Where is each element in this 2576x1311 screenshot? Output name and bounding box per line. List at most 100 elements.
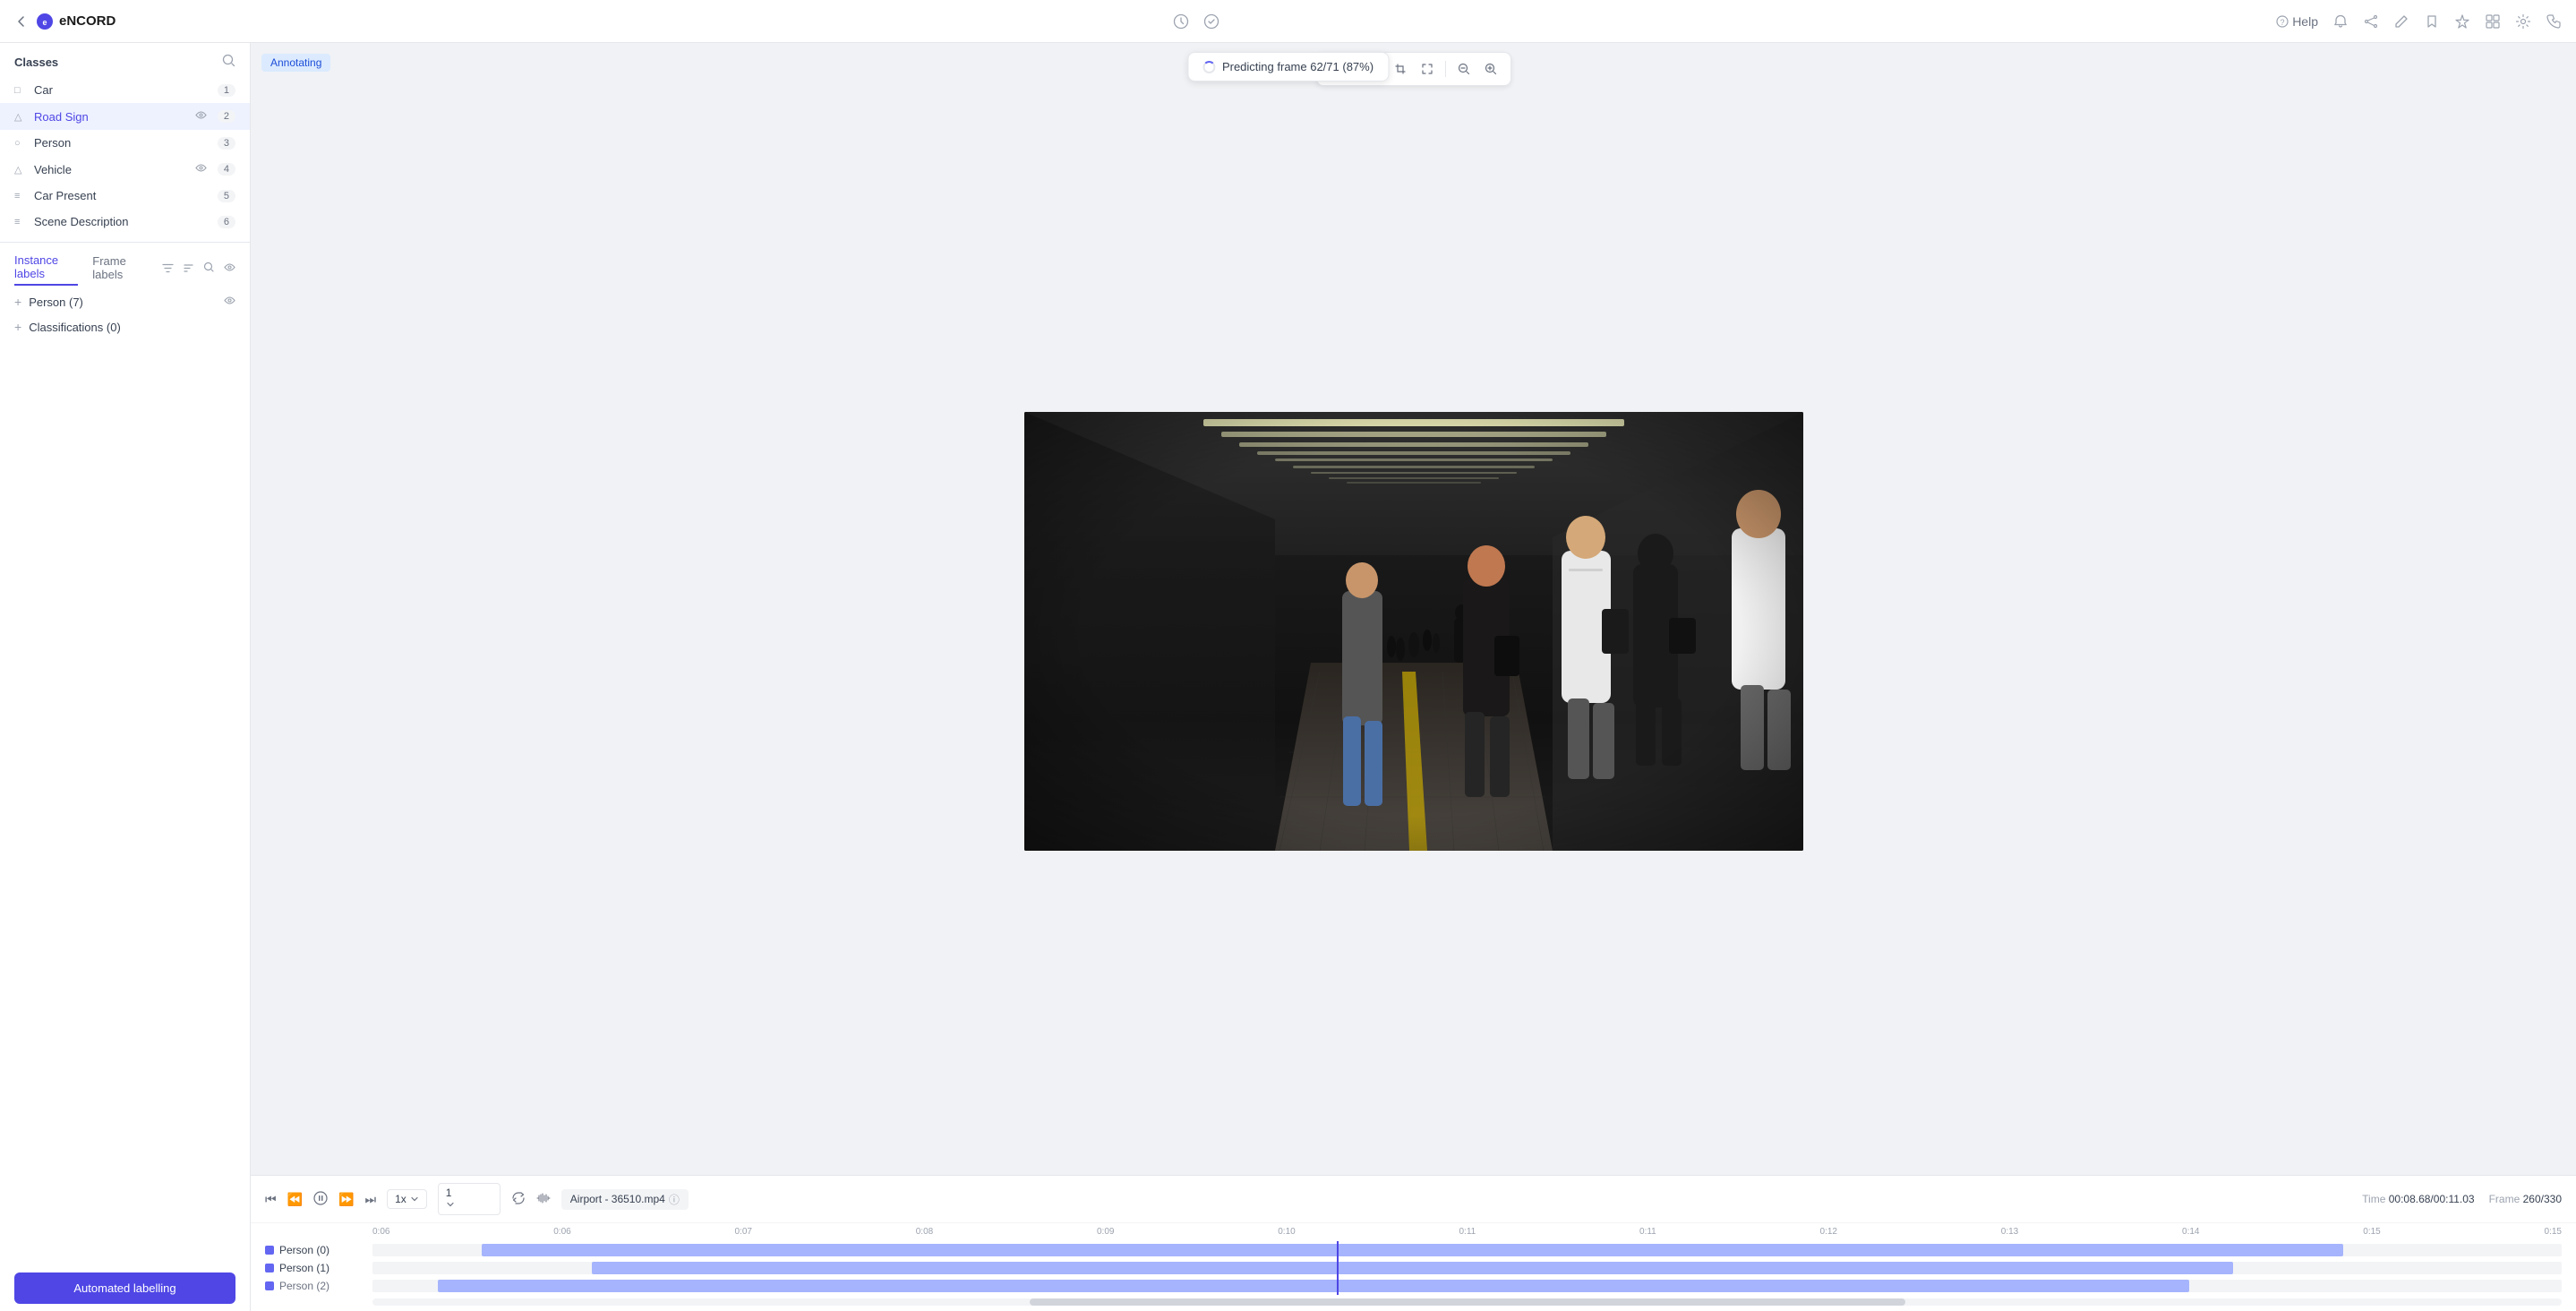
timestamp-0: 0:06 (372, 1227, 389, 1237)
app-logo: e eNCORD (36, 13, 116, 30)
speed-select[interactable]: 1x (387, 1189, 427, 1209)
instance-item-classifications[interactable]: + Classifications (0) (0, 314, 250, 339)
filename-text: Airport - 36510.mp4 (570, 1193, 665, 1205)
next-frame-button[interactable]: ⏩ (338, 1192, 354, 1207)
waveform-button[interactable] (536, 1191, 551, 1208)
instance-eye-person[interactable] (224, 295, 235, 309)
check-clock-icon[interactable] (1203, 13, 1220, 30)
track-label-person-1: Person (1) (265, 1262, 372, 1274)
zoom-out-button[interactable] (1451, 56, 1476, 81)
sort-icon[interactable] (183, 262, 194, 277)
predicting-text: Predicting frame 62/71 (87%) (1222, 60, 1374, 73)
timeline: 0:06 0:06 0:07 0:08 0:09 0:10 0:11 0:11 … (251, 1223, 2576, 1311)
track-person-2: Person (2) (265, 1277, 2562, 1295)
track-label-person-0: Person (0) (265, 1244, 372, 1256)
main-layout: Classes □ Car 1 △ Road Sign 2 ○ P (0, 43, 2576, 1311)
video-canvas[interactable] (1024, 412, 1803, 851)
classes-title: Classes (14, 56, 58, 69)
instance-add-classifications-icon[interactable]: + (14, 320, 21, 334)
timestamp-12: 0:15 (2545, 1227, 2562, 1237)
predicting-toast: Predicting frame 62/71 (87%) (1187, 52, 1389, 81)
instance-search-icon[interactable] (203, 261, 215, 278)
timestamp-10: 0:14 (2182, 1227, 2199, 1237)
expand-tool-button[interactable] (1415, 56, 1440, 81)
prev-frame-button[interactable]: ⏪ (287, 1192, 303, 1207)
track-area-person-1[interactable] (372, 1262, 2562, 1274)
video-frame-area (251, 43, 2576, 1175)
track-segment-person-1 (592, 1262, 2234, 1274)
class-item-road-sign[interactable]: △ Road Sign 2 (0, 103, 250, 130)
timestamp-9: 0:13 (2001, 1227, 2018, 1237)
speed-value: 1x (395, 1193, 407, 1205)
time-display: Time 00:08.68/00:11.03 Frame 260/330 (2362, 1193, 2562, 1205)
vehicle-icon: △ (14, 164, 27, 176)
play-button[interactable] (313, 1191, 328, 1208)
help-button[interactable]: ? Help (2276, 14, 2318, 29)
class-name-person: Person (34, 136, 210, 150)
crop-tool-button[interactable] (1388, 56, 1413, 81)
instance-eye-icon[interactable] (224, 261, 235, 278)
loop-button[interactable] (511, 1191, 526, 1208)
svg-text:e: e (42, 18, 47, 27)
bookmark-icon[interactable] (2424, 13, 2440, 30)
track-color-person-0 (265, 1246, 274, 1255)
phone-icon[interactable] (2546, 13, 2562, 30)
timestamp-11: 0:15 (2363, 1227, 2380, 1237)
skip-forward-button[interactable]: ⏭ (364, 1192, 376, 1207)
bottom-controls: ⏮ ⏪ ⏩ ⏭ 1x (251, 1175, 2576, 1311)
bell-icon[interactable] (2332, 13, 2349, 30)
help-label: Help (2292, 14, 2318, 29)
class-badge-car-present: 5 (218, 190, 235, 202)
header-center (1173, 13, 1220, 30)
track-person-1: Person (1) (265, 1259, 2562, 1277)
track-segment-person-2 (438, 1280, 2189, 1292)
zoom-in-button[interactable] (1478, 56, 1503, 81)
scene-description-icon: ≡ (14, 217, 27, 227)
class-item-scene-description[interactable]: ≡ Scene Description 6 (0, 209, 250, 235)
tab-instance-labels[interactable]: Instance labels (14, 253, 78, 286)
video-scene-svg (1024, 412, 1803, 851)
timeline-scrollbar[interactable] (372, 1298, 2562, 1306)
class-item-vehicle[interactable]: △ Vehicle 4 (0, 156, 250, 183)
sidebar-search-icon[interactable] (222, 54, 235, 70)
grid-icon[interactable] (2485, 13, 2501, 30)
instance-item-person[interactable]: + Person (7) (0, 289, 250, 314)
class-badge-scene-description: 6 (218, 216, 235, 228)
car-present-icon: ≡ (14, 191, 27, 201)
filter-icon[interactable] (162, 262, 174, 277)
frame-input[interactable] (446, 1187, 492, 1199)
settings-icon[interactable] (2515, 13, 2531, 30)
class-item-person[interactable]: ○ Person 3 (0, 130, 250, 156)
instance-label-person: Person (7) (29, 296, 217, 309)
frame-display: 260/330 (2523, 1193, 2562, 1205)
track-area-person-0[interactable] (372, 1244, 2562, 1256)
filename-info-icon: ⓘ (669, 1192, 680, 1207)
annotating-badge: Annotating (261, 54, 330, 72)
skip-back-button[interactable]: ⏮ (265, 1192, 277, 1207)
class-item-car[interactable]: □ Car 1 (0, 77, 250, 103)
track-color-person-2 (265, 1281, 274, 1290)
track-color-person-1 (265, 1264, 274, 1272)
time-label: Time 00:08.68/00:11.03 (2362, 1193, 2474, 1205)
timestamp-4: 0:09 (1097, 1227, 1114, 1237)
instance-add-person-icon[interactable]: + (14, 295, 21, 309)
class-item-car-present[interactable]: ≡ Car Present 5 (0, 183, 250, 209)
pen-icon[interactable] (2393, 13, 2409, 30)
track-segment-person-0 (482, 1244, 2342, 1256)
automated-label-button[interactable]: Automated labelling (14, 1272, 235, 1304)
tab-frame-labels[interactable]: Frame labels (92, 254, 148, 285)
track-name-person-1: Person (1) (279, 1262, 329, 1274)
timeline-scroll-handle[interactable] (1030, 1298, 1905, 1306)
vehicle-visibility-icon[interactable] (195, 162, 207, 176)
road-sign-visibility-icon[interactable] (195, 109, 207, 124)
track-area-person-2[interactable] (372, 1280, 2562, 1292)
back-button[interactable] (14, 14, 29, 29)
header-left: e eNCORD (14, 13, 116, 30)
playhead (1337, 1241, 1339, 1295)
timestamp-3: 0:08 (916, 1227, 933, 1237)
history-icon[interactable] (1173, 13, 1189, 30)
star-icon[interactable] (2454, 13, 2470, 30)
share-icon[interactable] (2363, 13, 2379, 30)
road-sign-icon: △ (14, 111, 27, 123)
frame-input-container (438, 1183, 501, 1215)
